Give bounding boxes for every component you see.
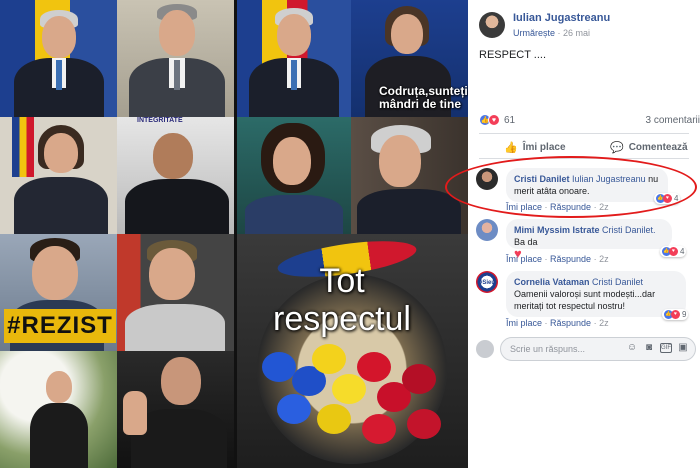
comment-mention[interactable]: Cristi Danilet — [592, 277, 643, 287]
commenter-avatar[interactable] — [476, 219, 498, 241]
comment-reaction-count: 9 — [682, 310, 687, 319]
comment-reply-link[interactable]: Răspunde — [550, 254, 591, 264]
collage-tile-3 — [237, 0, 351, 117]
comment-label: Comentează — [628, 142, 688, 153]
collage-tile-7 — [237, 117, 351, 234]
commenter-avatar[interactable]: #Sieu — [476, 271, 498, 293]
speech-bubble-icon: 💬 — [610, 142, 624, 154]
comment-meta: Îmi place · Răspunde · 2z — [506, 318, 609, 328]
collage-tile-9: #REZIST — [0, 234, 117, 351]
comment-text: Oamenii valoroși sunt modești...dar meri… — [514, 289, 656, 311]
reply-input[interactable]: Scrie un răspuns... ☺ ◙ GIF ▣ — [500, 337, 696, 361]
post-photo[interactable]: Codruța,sunteți mândri de tine INTEGRITA… — [0, 0, 468, 468]
author-avatar[interactable] — [479, 12, 505, 38]
comment-meta: Îmi place · Răspunde · 2z — [506, 254, 609, 264]
commenter-name[interactable]: Cristi Danilet — [514, 174, 570, 184]
comment-mention[interactable]: Cristi Danilet. — [602, 225, 656, 235]
post-meta: Urmărește · 26 mai — [513, 28, 590, 38]
collage-tile-1 — [0, 0, 117, 117]
collage-tile-8 — [351, 117, 468, 234]
comment-reaction-count: 4 — [674, 194, 679, 203]
collage-caption-2: INTEGRITATE — [137, 117, 183, 124]
heart-icon: ♥ — [488, 114, 500, 126]
comment-mention[interactable]: Iulian Jugastreanu — [572, 174, 646, 184]
comment-time[interactable]: 2z — [599, 202, 609, 212]
meta-separator: · — [557, 28, 561, 38]
current-user-avatar — [476, 340, 494, 358]
comment-reply-link[interactable]: Răspunde — [550, 202, 591, 212]
commenter-name[interactable]: Mimi Myssim Istrate — [514, 225, 600, 235]
comment-reactions[interactable]: 👍 ♥ 4 — [660, 246, 687, 257]
comment-meta: Îmi place · Răspunde · 2z — [506, 202, 609, 212]
post-author-name[interactable]: Iulian Jugastreanu — [513, 12, 610, 24]
camera-icon[interactable]: ◙ — [643, 342, 655, 353]
thumbs-up-icon: 👍 — [504, 142, 518, 154]
post-text: RESPECT .... — [479, 49, 547, 61]
commenter-name[interactable]: Cornelia Vataman — [514, 277, 590, 287]
comment-button[interactable]: 💬 Comentează — [610, 141, 688, 154]
comment-reaction-count: 4 — [680, 247, 685, 256]
comment-time[interactable]: 2z — [599, 254, 609, 264]
comment-like-link[interactable]: Îmi place — [506, 202, 542, 212]
collage-tile-5 — [0, 117, 117, 234]
heart-icon: ♥ — [669, 247, 678, 256]
comment-reactions[interactable]: 👍 ♥ 4 — [654, 193, 681, 204]
reaction-count: 61 — [504, 114, 516, 126]
collage-tile-4: Codruța,sunteți mândri de tine — [351, 0, 468, 117]
like-label: Îmi place — [522, 142, 566, 153]
post-panel: Iulian Jugastreanu Urmărește · 26 mai RE… — [468, 0, 700, 468]
comment-item: Mimi Myssim Istrate Cristi Danilet. Ba d… — [476, 219, 700, 267]
comment-like-link[interactable]: Îmi place — [506, 318, 542, 328]
sticker-icon[interactable]: ▣ — [677, 342, 689, 353]
like-button[interactable]: 👍 Îmi place — [504, 141, 566, 154]
reply-tools: ☺ ◙ GIF ▣ — [626, 342, 689, 353]
reply-placeholder: Scrie un răspuns... — [510, 344, 586, 354]
comment-item: Cristi Danilet Iulian Jugastreanu nu mer… — [476, 168, 700, 214]
tot-respectul-text: Tot respectul — [273, 262, 411, 338]
comment-count[interactable]: 3 comentarii — [646, 115, 700, 126]
comment-bubble: Cristi Danilet Iulian Jugastreanu nu mer… — [506, 168, 668, 202]
collage-tile-2 — [117, 0, 234, 117]
collage-tile-12 — [117, 351, 234, 468]
smiley-icon[interactable]: ☺ — [626, 342, 638, 353]
post-date[interactable]: 26 mai — [563, 28, 590, 38]
heart-icon: ♥ — [671, 310, 680, 319]
collage-tile-6: INTEGRITATE — [117, 117, 234, 234]
collage-tile-10 — [117, 234, 234, 351]
heart-icon: ♥ — [663, 194, 672, 203]
avatar-text: #Sieu — [478, 280, 495, 286]
comment-bubble: Mimi Myssim Istrate Cristi Danilet. Ba d… — [506, 219, 672, 260]
comment-like-link[interactable]: Îmi place — [506, 254, 542, 264]
divider — [479, 158, 689, 159]
comment-reactions[interactable]: 👍 ♥ 9 — [662, 309, 689, 320]
divider — [479, 133, 689, 134]
rezist-banner: #REZIST — [4, 309, 116, 343]
collage-tile-11 — [0, 351, 117, 468]
comment-reply-link[interactable]: Răspunde — [550, 318, 591, 328]
commenter-avatar[interactable] — [476, 168, 498, 190]
comment-bubble: Cornelia Vataman Cristi Danilet Oamenii … — [506, 271, 686, 317]
collage-caption: Codruța,sunteți mândri de tine — [379, 84, 468, 111]
gif-icon[interactable]: GIF — [660, 343, 672, 353]
follow-link[interactable]: Urmărește — [513, 28, 555, 38]
comment-item: #Sieu Cornelia Vataman Cristi Danilet Oa… — [476, 271, 700, 331]
post-reactions[interactable]: 👍 ♥ 61 — [479, 113, 515, 127]
comment-time[interactable]: 2z — [599, 318, 609, 328]
